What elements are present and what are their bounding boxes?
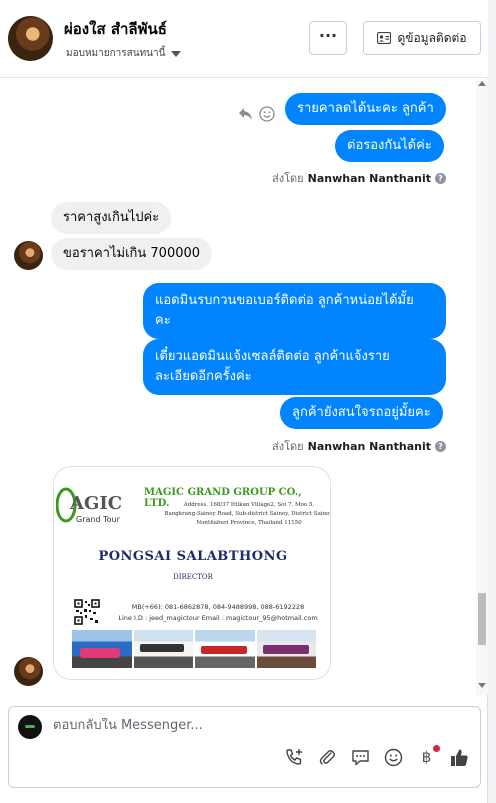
address-card-icon (377, 32, 392, 44)
sender-name: Nanwhan Nanthanit (307, 171, 431, 185)
bus-photo (195, 630, 255, 668)
person-name: PONGSAI SALABTHONG (98, 549, 288, 564)
view-contact-info-label: ดูข้อมูลติดต่อ (397, 30, 467, 45)
message-thread[interactable]: รายคาลดได้นะคะ ลูกค้า ต่อรองกันได้ค่ะ ส่… (0, 79, 488, 695)
scroll-up-arrow[interactable] (478, 81, 486, 86)
logo-subtext: Grand Tour (76, 515, 121, 524)
info-icon[interactable]: ? (435, 440, 446, 452)
bus-photo (133, 630, 193, 668)
bus-photo (72, 630, 132, 668)
reply-input[interactable] (53, 718, 453, 733)
bus-photo (256, 630, 316, 668)
contact-avatar-small[interactable] (14, 241, 43, 270)
logo-text: AGIC (69, 493, 122, 514)
smile-icon[interactable] (259, 106, 275, 122)
sent-by-label: ส่งโดย Nanwhan Nanthanit ? (272, 437, 446, 455)
outgoing-message[interactable]: เดี๋ยวแอดมินแจ้งเซลล์ติดต่อ ลูกค้าแจ้งรา… (143, 339, 446, 395)
more-options-button[interactable]: ··· (309, 21, 347, 55)
scroll-down-arrow[interactable] (478, 683, 486, 688)
page-avatar (18, 715, 42, 739)
assign-conversation-dropdown[interactable]: มอบหมายการสนทนานี้ (66, 46, 182, 61)
info-icon[interactable]: ? (435, 172, 446, 184)
bus-photos (72, 630, 316, 668)
assign-label: มอบหมายการสนทนานี้ (66, 48, 166, 59)
thumbs-up-icon[interactable] (449, 747, 470, 768)
notification-dot (433, 745, 440, 752)
conversation-panel: ผ่องใส สำลีพันธ์ มอบหมายการสนทนานี้ ··· … (0, 0, 488, 803)
outgoing-message[interactable]: แอดมินรบกวนขอเบอร์ติดต่อ ลูกค้าหน่อยได้ม… (143, 283, 446, 339)
baht-icon[interactable]: ฿ (416, 745, 440, 768)
composer-toolbar: ฿ (284, 745, 470, 768)
incoming-message[interactable]: ขอราคาไม่เกิน 700000 (51, 238, 213, 270)
scrollbar-thumb[interactable] (478, 593, 486, 645)
sender-name: Nanwhan Nanthanit (307, 439, 431, 453)
paperclip-icon[interactable] (317, 747, 338, 768)
contact-avatar-small[interactable] (14, 657, 43, 686)
company-logo: AGIC Grand Tour (55, 485, 128, 527)
thread-scrollbar[interactable] (476, 79, 488, 695)
contact-avatar[interactable] (8, 16, 53, 61)
emoji-icon[interactable] (383, 747, 404, 768)
contact-name[interactable]: ผ่องใส สำลีพันธ์ (64, 17, 167, 41)
view-contact-info-button[interactable]: ดูข้อมูลติดต่อ (363, 21, 481, 55)
chevron-down-icon (171, 50, 182, 57)
reply-composer: ฿ (8, 706, 481, 788)
phone-add-icon[interactable] (284, 747, 305, 768)
incoming-message[interactable]: ราคาสูงเกินไปค่ะ (51, 202, 172, 234)
qr-code-icon (74, 599, 100, 625)
person-role: DIRECTOR (173, 573, 213, 581)
conversation-header: ผ่องใส สำลีพันธ์ มอบหมายการสนทนานี้ ··· … (0, 0, 488, 78)
reply-icon[interactable] (238, 107, 254, 121)
outgoing-message[interactable]: รายคาลดได้นะคะ ลูกค้า (285, 93, 446, 125)
company-contact: MB(+66): 081-6862878, 084-9488998, 088-6… (118, 603, 318, 622)
chat-bubble-icon[interactable] (350, 747, 371, 768)
outgoing-message[interactable]: ลูกค้ายังสนใจรถอยู่มั้ยคะ (280, 397, 443, 429)
company-address: Address. 168/37 Ittikan Village2, Soi 7,… (164, 502, 331, 526)
sent-by-label: ส่งโดย Nanwhan Nanthanit ? (272, 169, 446, 187)
outgoing-message[interactable]: ต่อรองกันได้ค่ะ (335, 130, 444, 162)
business-card-image[interactable]: AGIC Grand Tour MAGIC GRAND GROUP CO., L… (53, 466, 331, 680)
